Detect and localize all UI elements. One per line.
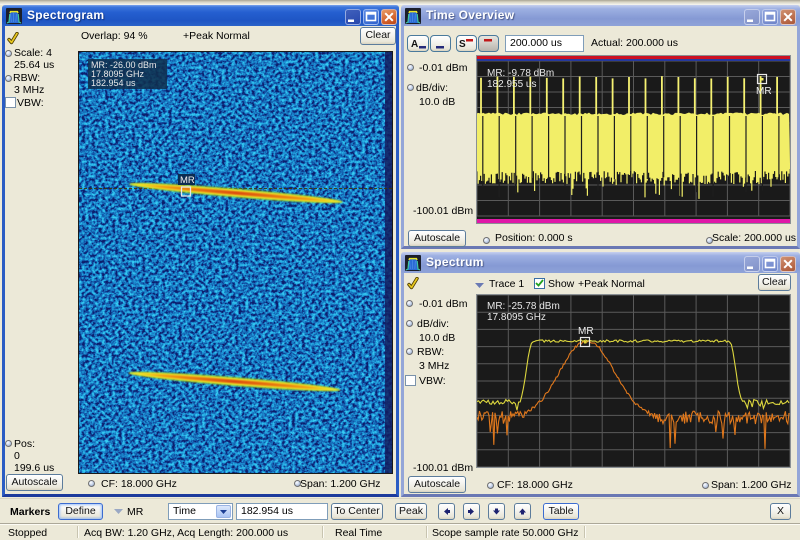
svg-text:MR: MR <box>180 175 195 186</box>
svg-text:S: S <box>459 39 466 50</box>
svg-text:17.8095 GHz: 17.8095 GHz <box>487 312 546 323</box>
svg-text:MR: MR <box>578 326 594 337</box>
svg-text:182.954 us: 182.954 us <box>91 78 136 88</box>
svg-text:182.955 us: 182.955 us <box>487 79 537 90</box>
svg-text:MR: -25.78 dBm: MR: -25.78 dBm <box>487 301 560 312</box>
svg-text:MR: -9.78 dBm: MR: -9.78 dBm <box>487 68 554 79</box>
svg-text:MR: MR <box>756 86 772 97</box>
svg-text:A: A <box>411 39 418 50</box>
